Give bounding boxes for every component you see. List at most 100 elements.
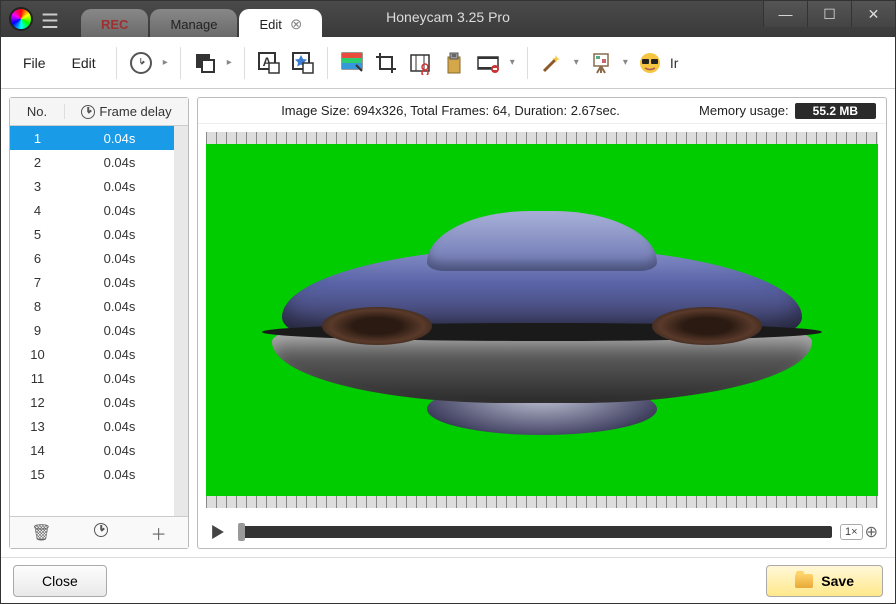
frame-delay: 0.04s (65, 275, 174, 290)
dropdown-arrow-icon[interactable]: ▾ (508, 57, 517, 68)
clock-icon (81, 105, 95, 119)
column-header-delay[interactable]: Frame delay (65, 104, 188, 119)
save-button[interactable]: Save (766, 565, 883, 597)
frame-delay: 0.04s (65, 203, 174, 218)
text-icon[interactable]: A (255, 49, 283, 77)
separator (244, 47, 245, 79)
cut-frames-icon[interactable] (406, 49, 434, 77)
duration-icon[interactable] (127, 49, 155, 77)
frame-no: 13 (10, 419, 65, 434)
frame-row[interactable]: 10.04s (10, 126, 174, 150)
separator (116, 47, 117, 79)
easel-icon[interactable] (587, 49, 615, 77)
tab-close-icon[interactable]: ⊗ (290, 15, 303, 33)
frame-row[interactable]: 120.04s (10, 390, 174, 414)
menu-file[interactable]: File (13, 51, 56, 75)
separator (527, 47, 528, 79)
app-icon[interactable] (9, 7, 33, 31)
column-header-no[interactable]: No. (10, 104, 65, 119)
close-window-button[interactable]: ✕ (851, 1, 895, 27)
frame-row[interactable]: 20.04s (10, 150, 174, 174)
frame-delay: 0.04s (65, 155, 174, 170)
dropdown-arrow-icon[interactable]: ▾ (572, 57, 581, 68)
frame-row[interactable]: 140.04s (10, 438, 174, 462)
memory-label: Memory usage: (699, 103, 789, 118)
frame-delay: 0.04s (65, 443, 174, 458)
image-info-text: Image Size: 694x326, Total Frames: 64, D… (208, 103, 693, 118)
ruler-bottom (206, 496, 878, 508)
window-title: Honeycam 3.25 Pro (386, 9, 510, 25)
frame-list[interactable]: 10.04s20.04s30.04s40.04s50.04s60.04s70.0… (10, 126, 174, 516)
frame-delay: 0.04s (65, 179, 174, 194)
frame-no: 14 (10, 443, 65, 458)
frame-delay: 0.04s (65, 251, 174, 266)
frame-row[interactable]: 100.04s (10, 342, 174, 366)
zoom-level: 1× (840, 524, 863, 540)
frame-no: 6 (10, 251, 65, 266)
zoom-in-icon[interactable]: ⊕ (865, 522, 878, 542)
play-button[interactable] (206, 520, 230, 544)
tab-edit[interactable]: Edit ⊗ (239, 9, 322, 37)
frame-no: 15 (10, 467, 65, 482)
ruler-top (206, 132, 878, 144)
dropdown-arrow-icon[interactable]: ▸ (161, 57, 170, 68)
frame-row[interactable]: 40.04s (10, 198, 174, 222)
frame-delay: 0.04s (65, 131, 174, 146)
crop-icon[interactable] (372, 49, 400, 77)
menu-icon[interactable]: ☰ (41, 9, 59, 34)
close-button[interactable]: Close (13, 565, 107, 597)
toolbar-overflow-text: Ir (670, 55, 679, 71)
frame-no: 2 (10, 155, 65, 170)
frame-row[interactable]: 130.04s (10, 414, 174, 438)
minimize-button[interactable]: — (763, 1, 807, 27)
frame-row[interactable]: 110.04s (10, 366, 174, 390)
frame-row[interactable]: 50.04s (10, 222, 174, 246)
frame-delay: 0.04s (65, 227, 174, 242)
separator (180, 47, 181, 79)
frame-no: 5 (10, 227, 65, 242)
frame-row[interactable]: 80.04s (10, 294, 174, 318)
maximize-button[interactable]: ☐ (807, 1, 851, 27)
add-frame-icon[interactable]: ＋ (151, 521, 167, 545)
frame-no: 11 (10, 371, 65, 386)
timeline-slider[interactable] (238, 526, 832, 538)
tab-manage[interactable]: Manage (150, 9, 237, 37)
magic-wand-icon[interactable] (538, 49, 566, 77)
preview-image (206, 144, 878, 496)
sticker-icon[interactable] (289, 49, 317, 77)
filmstrip-icon[interactable] (474, 49, 502, 77)
compress-icon[interactable] (440, 49, 468, 77)
frame-delay: 0.04s (65, 467, 174, 482)
frame-row[interactable]: 60.04s (10, 246, 174, 270)
frame-no: 9 (10, 323, 65, 338)
frame-no: 3 (10, 179, 65, 194)
frame-delay: 0.04s (65, 395, 174, 410)
scrollbar[interactable] (174, 126, 188, 516)
frame-row[interactable]: 30.04s (10, 174, 174, 198)
separator (327, 47, 328, 79)
dropdown-arrow-icon[interactable]: ▾ (621, 57, 630, 68)
frame-row[interactable]: 90.04s (10, 318, 174, 342)
frame-delay: 0.04s (65, 371, 174, 386)
frame-no: 1 (10, 131, 65, 146)
frame-delay: 0.04s (65, 419, 174, 434)
resize-icon[interactable] (191, 49, 219, 77)
tab-edit-label: Edit (259, 17, 281, 32)
folder-icon (795, 574, 813, 588)
emoji-cool-icon[interactable] (636, 49, 664, 77)
menu-edit[interactable]: Edit (62, 51, 106, 75)
frame-row[interactable]: 70.04s (10, 270, 174, 294)
memory-value: 55.2 MB (795, 103, 876, 119)
tab-rec[interactable]: REC (81, 9, 148, 37)
color-image-icon[interactable] (338, 49, 366, 77)
frame-no: 4 (10, 203, 65, 218)
set-delay-icon[interactable] (94, 523, 108, 542)
delete-frames-icon[interactable]: 🗑 (31, 523, 51, 543)
dropdown-arrow-icon[interactable]: ▸ (225, 57, 234, 68)
frame-no: 7 (10, 275, 65, 290)
frame-delay: 0.04s (65, 347, 174, 362)
frame-delay: 0.04s (65, 299, 174, 314)
canvas-area[interactable] (206, 132, 878, 508)
frame-row[interactable]: 150.04s (10, 462, 174, 486)
frame-delay: 0.04s (65, 323, 174, 338)
